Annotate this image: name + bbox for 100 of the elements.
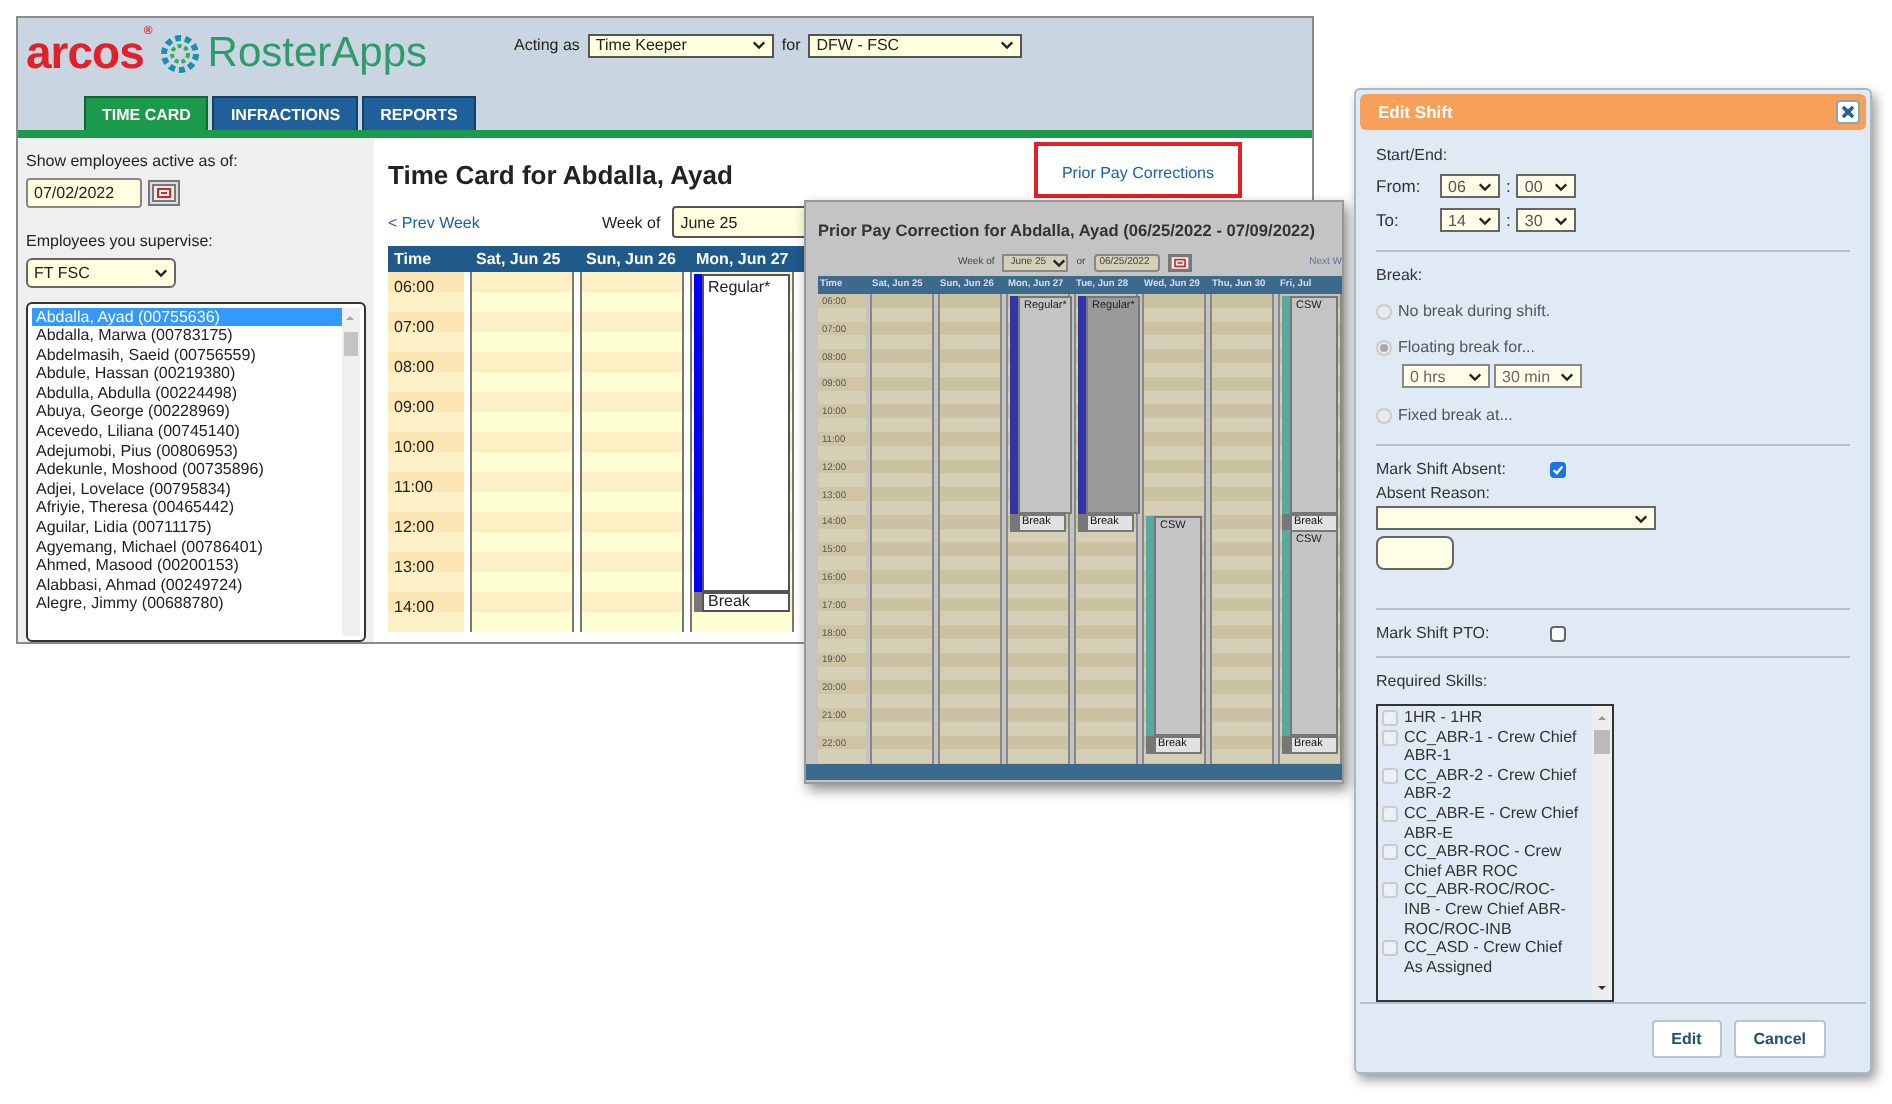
chevron-icon	[1560, 371, 1574, 381]
skill-label: CC_ABR-E - Crew Chief ABR-E	[1404, 803, 1580, 843]
chevron-icon	[1478, 215, 1492, 225]
skill-label: 1HR - 1HR	[1404, 708, 1485, 728]
comment-field[interactable]	[1376, 536, 1454, 570]
time-label: 06:00	[394, 278, 435, 296]
checkbox[interactable]	[1550, 625, 1566, 641]
chevron-icon	[1052, 257, 1067, 267]
date-field[interactable]: 07/02/2022	[26, 178, 142, 208]
section-label: Required Skills:	[1376, 672, 1490, 690]
chevron-icon	[1468, 371, 1482, 381]
skill-label: CC_ASD - Crew Chief As Assigned	[1404, 938, 1565, 977]
time-label: 12:00	[394, 518, 435, 536]
column-header: Sat, Jun 25	[474, 248, 563, 272]
employee-item[interactable]: Adekunle, Moshood (00735896)	[32, 460, 342, 480]
employee-item[interactable]: Ahmed, Masood (00200153)	[32, 556, 342, 576]
ring-logo-icon	[157, 31, 202, 75]
skill-label: CC_ABR-ROC/ROC-INB - Crew Chief ABR-ROC/ROC-INB	[1404, 880, 1568, 939]
nav-tab[interactable]: INFRACTIONS	[212, 96, 359, 130]
break-marker	[1282, 735, 1290, 754]
employee-item[interactable]: Adejumobi, Pius (00806953)	[32, 441, 342, 461]
product-name: RosterApps	[207, 29, 428, 77]
prev-week-link[interactable]: < Prev Week	[388, 213, 602, 231]
minute-dropdown[interactable]: 00	[1516, 174, 1577, 198]
time-label: 07:00	[394, 318, 435, 336]
time-label: 10:00	[394, 438, 435, 456]
scrollbar[interactable]	[342, 307, 360, 636]
time-label: 11:00	[394, 478, 433, 496]
employee-item[interactable]: Acevedo, Liliana (00745140)	[32, 422, 342, 442]
break-marker	[1146, 735, 1154, 754]
employee-item[interactable]: Alabbasi, Ahmad (00249724)	[32, 575, 342, 595]
employee-item[interactable]: Abdelmasih, Saeid (00756559)	[32, 345, 342, 365]
employee-item[interactable]: Abuya, George (00228969)	[32, 402, 342, 423]
break-block[interactable]: Break	[702, 592, 790, 612]
option-label: No break during shift.	[1398, 302, 1551, 320]
field-label: Employees you supervise:	[26, 232, 215, 250]
time-label: 14:00	[394, 598, 435, 616]
chevron-icon	[751, 40, 766, 50]
employee-item[interactable]: Afriyie, Theresa (00465442)	[32, 498, 342, 519]
scrollbar[interactable]	[1592, 706, 1612, 1000]
week-of-label: Week of	[602, 213, 661, 231]
group-dropdown[interactable]: FT FSC	[26, 258, 176, 288]
employee-item[interactable]: Abdule, Hassan (00219380)	[32, 364, 342, 384]
prior-pay-link[interactable]: Prior Pay Corrections	[1061, 164, 1214, 182]
minute-dropdown[interactable]: 30	[1516, 208, 1577, 232]
dialog-button[interactable]: Cancel	[1733, 1020, 1826, 1058]
skill-label: CC_ABR-2 - Crew Chief ABR-2	[1404, 765, 1579, 804]
close-button[interactable]	[1836, 100, 1860, 124]
shift-block[interactable]: Regular*	[702, 274, 790, 592]
chevron-icon	[1554, 215, 1569, 225]
radio-button[interactable]	[1376, 407, 1392, 423]
option-label: Fixed break at...	[1398, 406, 1513, 424]
employee-item[interactable]: Agyemang, Michael (00786401)	[32, 537, 342, 557]
field-label: Absent Reason:	[1376, 484, 1492, 502]
time-label: 13:00	[394, 558, 435, 576]
minutes-dropdown[interactable]: 30 min	[1494, 364, 1582, 388]
employee-item[interactable]: Adjei, Lovelace (00795834)	[32, 479, 342, 499]
hours-dropdown[interactable]: 0 hrs	[1402, 364, 1490, 388]
employee-item[interactable]: Abdalla, Marwa (00783175)	[32, 326, 342, 346]
section-label: Start/End:	[1376, 146, 1450, 164]
employee-item[interactable]: Abdulla, Abdulla (00224498)	[32, 383, 342, 403]
nav-tab[interactable]: REPORTS	[362, 96, 476, 130]
page-title: Time Card for Abdalla, Ayad	[388, 159, 733, 189]
time-label: 08:00	[394, 358, 435, 376]
skills-listbox[interactable]	[1376, 704, 1614, 1002]
calendar-button[interactable]	[148, 180, 180, 206]
time-label: 09:00	[394, 398, 435, 416]
dialog-button[interactable]: Edit	[1651, 1020, 1722, 1058]
option-label: Floating break for...	[1398, 338, 1535, 356]
section-label: Break:	[1376, 266, 1425, 284]
reason-dropdown[interactable]	[1376, 506, 1656, 530]
chevron-icon	[1478, 181, 1492, 191]
radio-button[interactable]	[1376, 303, 1392, 319]
employee-item[interactable]: Aguilar, Lidia (00711175)	[32, 518, 342, 538]
time-label: From:	[1376, 176, 1423, 196]
field-label: Mark Shift PTO:	[1376, 624, 1492, 642]
separator-label: :	[1506, 210, 1511, 230]
skill-label: CC_ABR-ROC - Crew Chief ABR ROC	[1404, 842, 1564, 881]
employee-item[interactable]: Alegre, Jimmy (00688780)	[32, 594, 342, 615]
radio-button[interactable]	[1376, 339, 1392, 355]
checkbox[interactable]	[1550, 461, 1566, 477]
acting-as-label: Acting as	[514, 36, 580, 54]
dialog-title: Edit Shift	[1378, 102, 1453, 122]
column-header: Mon, Jun 27	[694, 248, 791, 272]
employee-listbox[interactable]	[26, 301, 366, 642]
field-label: Mark Shift Absent:	[1376, 460, 1508, 478]
hour-dropdown[interactable]: 14	[1440, 208, 1500, 232]
role-dropdown[interactable]: Time Keeper	[587, 33, 774, 57]
chevron-icon	[1634, 513, 1648, 523]
chevron-icon	[154, 267, 168, 278]
nav-tab[interactable]: TIME CARD	[84, 96, 209, 130]
time-label: To:	[1376, 210, 1401, 230]
location-dropdown[interactable]: DFW - FSC	[808, 33, 1023, 57]
calendar-icon	[152, 184, 176, 202]
break-marker	[1010, 514, 1018, 533]
field-label: Show employees active as of:	[26, 152, 240, 170]
hour-dropdown[interactable]: 06	[1440, 174, 1500, 198]
calendar-icon	[1169, 253, 1190, 271]
skill-label: CC_ABR-1 - Crew Chief ABR-1	[1404, 727, 1579, 766]
calendar-button[interactable]	[1167, 253, 1192, 271]
